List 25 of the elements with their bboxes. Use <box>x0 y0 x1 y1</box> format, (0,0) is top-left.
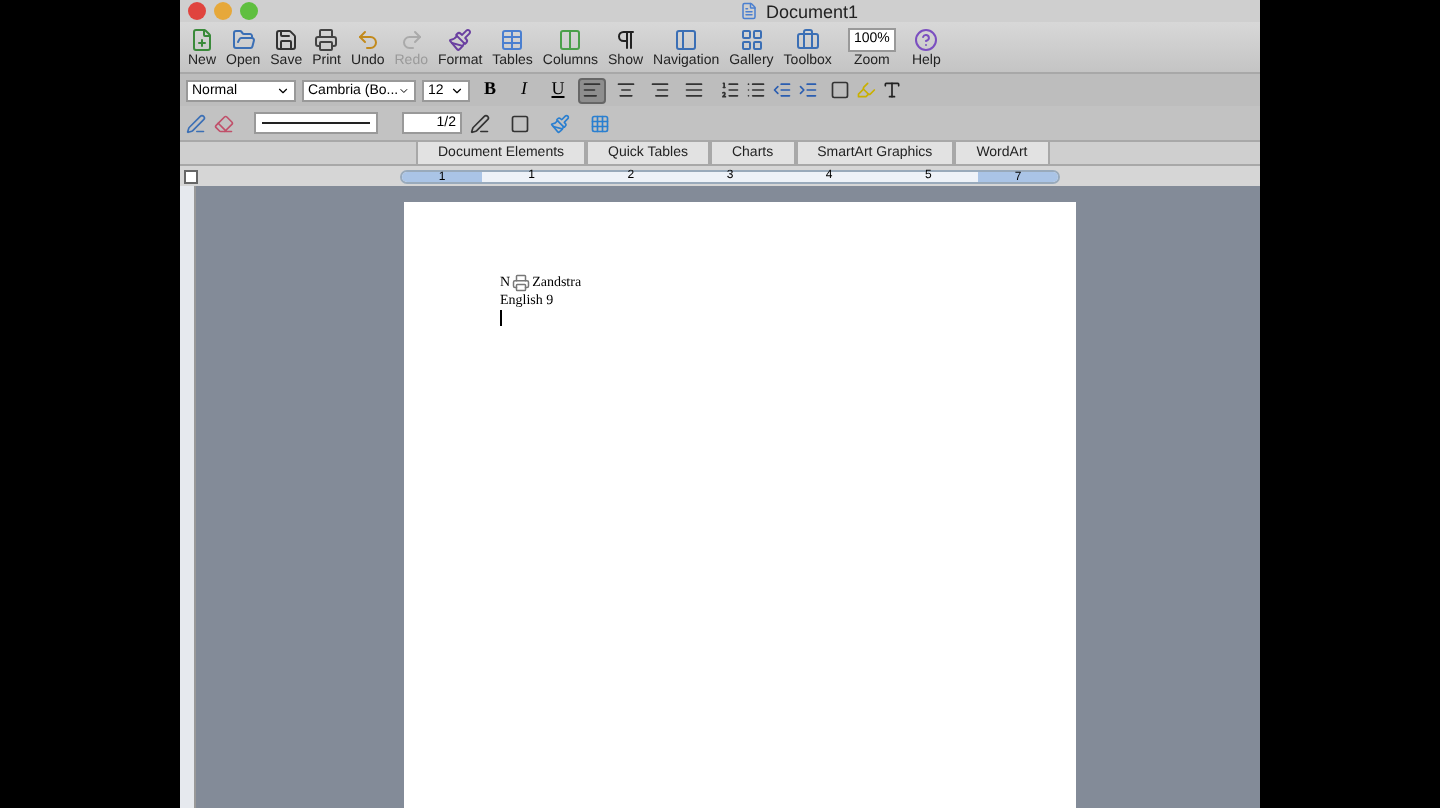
bold-button[interactable]: B <box>476 76 504 104</box>
line-color-icon[interactable] <box>470 113 490 133</box>
text-cursor <box>500 310 502 326</box>
close-button[interactable] <box>188 2 206 20</box>
window-title: Document1 <box>765 1 859 21</box>
bulleted-list-icon[interactable] <box>746 80 766 100</box>
underline-button[interactable]: U <box>544 76 572 104</box>
pencil-icon[interactable] <box>186 113 206 133</box>
increase-indent-icon[interactable] <box>798 80 818 100</box>
border-icon[interactable] <box>830 80 850 100</box>
printer-icon <box>512 274 531 292</box>
align-justify-button[interactable] <box>680 77 708 103</box>
eraser-icon[interactable] <box>214 113 234 133</box>
shape-border-icon[interactable] <box>510 113 530 133</box>
line-style-dropdown[interactable] <box>254 112 378 134</box>
align-right-button[interactable] <box>646 77 674 103</box>
decrease-indent-icon[interactable] <box>772 80 792 100</box>
align-center-button[interactable] <box>612 77 640 103</box>
italic-button[interactable]: I <box>510 76 538 104</box>
fill-color-icon[interactable] <box>550 113 570 133</box>
font-color-icon[interactable] <box>882 80 902 100</box>
numbered-list-icon[interactable] <box>720 80 740 100</box>
document-icon <box>739 2 758 20</box>
ruler-toggle-icon[interactable] <box>184 169 198 183</box>
align-left-button[interactable] <box>578 77 606 103</box>
